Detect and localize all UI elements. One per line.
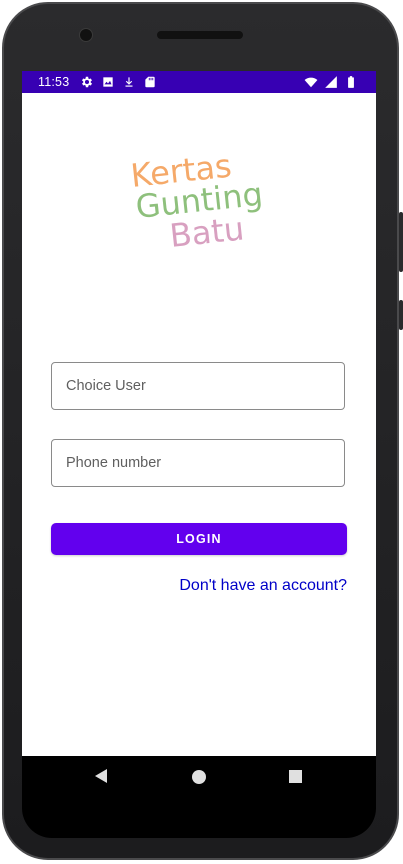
app-logo: Kertas Gunting Batu bbox=[127, 155, 272, 250]
logo-line-batu: Batu bbox=[168, 209, 246, 250]
choice-user-field[interactable] bbox=[51, 362, 345, 410]
battery-icon bbox=[344, 75, 358, 89]
wifi-icon bbox=[304, 75, 318, 89]
status-notification-icons bbox=[80, 75, 157, 89]
recents-icon[interactable] bbox=[289, 770, 302, 783]
sd-card-icon bbox=[143, 75, 157, 89]
download-icon bbox=[122, 75, 136, 89]
gear-icon bbox=[80, 75, 94, 89]
image-icon bbox=[101, 75, 115, 89]
home-icon[interactable] bbox=[192, 770, 206, 784]
earpiece-speaker bbox=[157, 31, 243, 39]
signup-link[interactable]: Don't have an account? bbox=[179, 577, 347, 595]
navigation-bar bbox=[22, 756, 376, 798]
back-icon[interactable] bbox=[95, 769, 107, 783]
power-button bbox=[399, 300, 403, 330]
volume-button bbox=[399, 212, 403, 272]
login-button[interactable]: LOGIN bbox=[51, 523, 347, 555]
signal-icon bbox=[324, 75, 338, 89]
status-bar: 11:53 bbox=[22, 71, 376, 93]
status-system-icons bbox=[304, 75, 358, 89]
status-time: 11:53 bbox=[38, 75, 70, 89]
phone-number-field[interactable] bbox=[51, 439, 345, 487]
app-screen: 11:53 Kertas Gunting Batu Choice User Ph… bbox=[22, 71, 376, 756]
phone-chin bbox=[22, 798, 376, 838]
front-camera bbox=[79, 28, 93, 42]
device-frame: 11:53 Kertas Gunting Batu Choice User Ph… bbox=[0, 0, 403, 864]
